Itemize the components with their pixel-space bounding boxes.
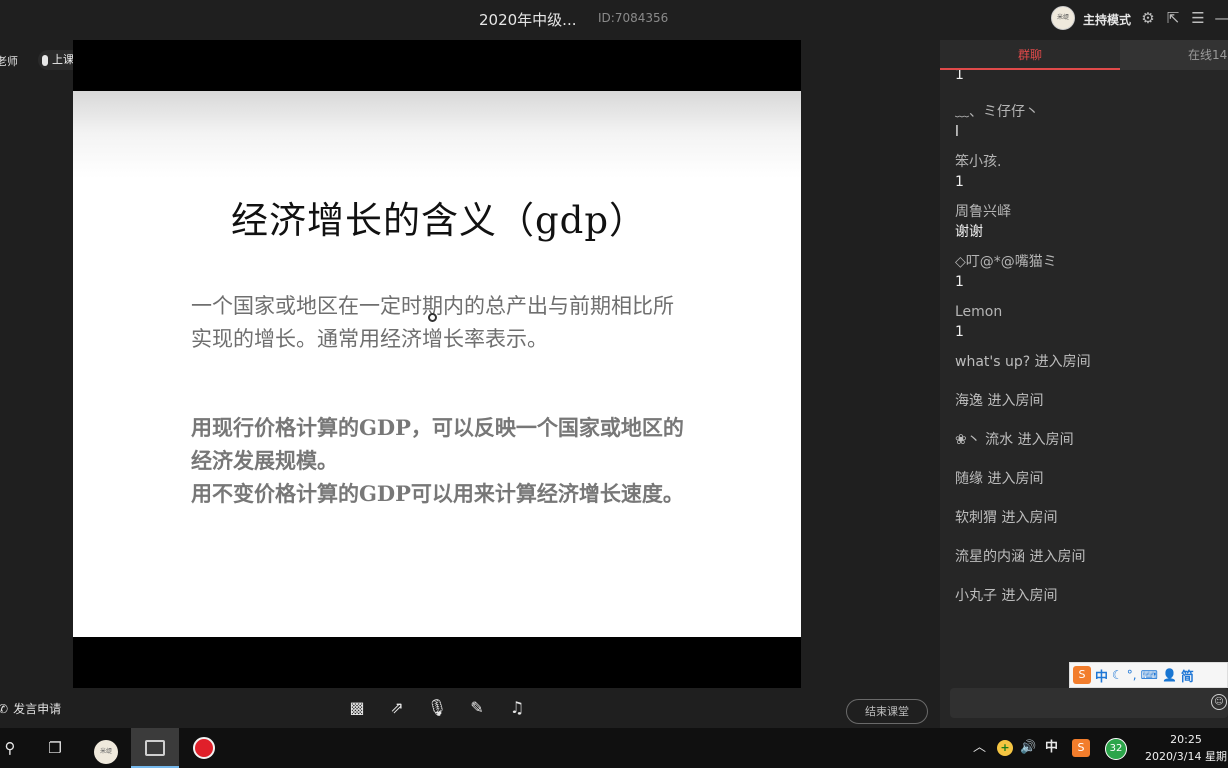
- join-notice: what's up? 进入房间: [955, 354, 1091, 370]
- stage-area: 老师 上课中 经济增长的含义（gdp） 一个国家或地区在一定时期内的总产出与前期…: [0, 40, 940, 728]
- slide: 经济增长的含义（gdp） 一个国家或地区在一定时期内的总产出与前期相比所实现的增…: [73, 91, 801, 637]
- windows-taskbar: ⚲ ❐ 米缇 ︿ + 🔊 中 S 32 20:25 2020/3/14 星期: [0, 728, 1228, 768]
- sogou-tray-icon[interactable]: S: [1072, 728, 1090, 768]
- tray-badge-count: 32: [1105, 738, 1127, 760]
- microphone-button-icon[interactable]: 🎙: [426, 698, 448, 718]
- speak-request-label: 发言申请: [13, 702, 62, 716]
- ime-mode-toggle[interactable]: 简: [1181, 666, 1194, 685]
- slide-paragraph-2: 用现行价格计算的GDP，可以反映一个国家或地区的经济发展规模。 用不变价格计算的…: [191, 411, 691, 510]
- chat-sender: Lemon: [955, 304, 1003, 320]
- slide-title: 经济增长的含义（gdp）: [231, 199, 648, 242]
- chat-message-text: 1: [955, 274, 964, 290]
- user-icon[interactable]: 👤: [1162, 668, 1177, 682]
- chat-input[interactable]: [950, 688, 1228, 718]
- chat-message: Lemon 1: [955, 302, 1225, 342]
- system-clock[interactable]: 20:25 2020/3/14 星期: [1141, 731, 1228, 765]
- settings-icon[interactable]: ⚙: [1139, 9, 1157, 27]
- chat-sender: ﹏、ミ仔仔丶: [955, 104, 1039, 120]
- room-id: ID:7084356: [598, 11, 669, 25]
- chat-message-text: 1: [955, 324, 964, 340]
- chat-message: 笨小孩. 1: [955, 152, 1225, 192]
- moon-icon[interactable]: ☾: [1112, 668, 1123, 682]
- tray-notification[interactable]: 32: [1105, 728, 1127, 768]
- join-notice: ❀丶 流水 进入房间: [955, 432, 1074, 448]
- chat-sender: 笨小孩.: [955, 154, 1002, 170]
- app-avatar-icon: 米缇: [94, 740, 118, 764]
- punctuation-icon[interactable]: °,: [1127, 668, 1137, 682]
- keyboard-icon[interactable]: ⌨: [1141, 668, 1158, 682]
- taskbar-app-whiteboard[interactable]: [131, 728, 179, 768]
- taskbar-app-recorder[interactable]: [184, 728, 224, 768]
- join-notice: 软刺猬 进入房间: [955, 510, 1058, 526]
- minimize-icon[interactable]: —: [1213, 9, 1228, 27]
- chat-message-text: l: [955, 124, 959, 140]
- clock-date: 2020/3/14 星期: [1145, 750, 1227, 763]
- title-bar: 2020年中级... ID:7084356 米缇 主持模式 ⚙ ⇱ ☰ —: [0, 0, 1228, 40]
- edit-icon[interactable]: ✎: [466, 698, 488, 718]
- volume-icon[interactable]: 🔊: [1020, 728, 1036, 768]
- taskbar-app-classroom[interactable]: 米缇: [86, 728, 126, 768]
- speak-request-button[interactable]: ✆ 发言申请: [0, 700, 61, 717]
- chat-message-text: 1: [955, 174, 964, 190]
- phone-icon: ✆: [0, 701, 9, 716]
- presentation-video: 经济增长的含义（gdp） 一个国家或地区在一定时期内的总产出与前期相比所实现的增…: [73, 40, 801, 688]
- record-icon: [193, 737, 215, 759]
- chat-tabs: 群聊 在线14: [940, 40, 1228, 70]
- whiteboard-icon: [145, 740, 165, 756]
- music-icon[interactable]: ♫: [506, 698, 528, 718]
- chat-message: ◇叮@*@嘴猫ミ 1: [955, 252, 1225, 292]
- ime-toolbar[interactable]: S 中 ☾ °, ⌨ 👤 简: [1069, 662, 1228, 688]
- tray-plus-icon: +: [997, 740, 1013, 756]
- screen-share-icon[interactable]: ⇗: [386, 698, 408, 718]
- slide-paragraph-2-line-2: 用不变价格计算的GDP可以用来计算经济增长速度。: [191, 481, 684, 506]
- chat-sender: 周鲁兴峄: [955, 204, 1011, 220]
- join-notice: 随缘 进入房间: [955, 471, 1044, 487]
- end-class-button[interactable]: 结束课堂: [846, 699, 928, 724]
- search-icon[interactable]: ⚲: [0, 728, 20, 768]
- tab-group-chat[interactable]: 群聊: [940, 40, 1120, 70]
- join-notice: 流星的内涵 进入房间: [955, 549, 1086, 565]
- join-notice: 小丸子 进入房间: [955, 588, 1058, 604]
- chat-sender: ◇叮@*@嘴猫ミ: [955, 254, 1057, 270]
- tab-online-users[interactable]: 在线14: [1120, 40, 1228, 70]
- chat-panel: 群聊 在线14 1 ﹏、ミ仔仔丶 l 笨小孩. 1 周鲁兴峄 谢谢 ◇叮@*@嘴…: [940, 40, 1228, 728]
- slide-paragraph-1: 一个国家或地区在一定时期内的总产出与前期相比所实现的增长。通常用经济增长率表示。: [191, 294, 674, 351]
- popout-icon[interactable]: ⇱: [1164, 9, 1182, 27]
- chat-message-text: 1: [955, 70, 964, 83]
- tray-app-icon[interactable]: +: [997, 728, 1013, 768]
- host-mode-label[interactable]: 主持模式: [1083, 11, 1131, 28]
- ime-logo-icon[interactable]: S: [1073, 666, 1091, 684]
- task-view-icon[interactable]: ❐: [40, 728, 70, 768]
- chat-message-text: 谢谢: [955, 224, 983, 240]
- emoji-icon[interactable]: ☺: [1211, 694, 1227, 710]
- camera-off-icon[interactable]: ▩: [346, 698, 368, 718]
- slide-paragraph-2-line-1: 用现行价格计算的GDP，可以反映一个国家或地区的经济发展规模。: [191, 415, 684, 473]
- chat-message-list[interactable]: 1 ﹏、ミ仔仔丶 l 笨小孩. 1 周鲁兴峄 谢谢 ◇叮@*@嘴猫ミ 1 Lem…: [955, 70, 1225, 686]
- classroom-app: 2020年中级... ID:7084356 米缇 主持模式 ⚙ ⇱ ☰ — 老师…: [0, 0, 1228, 768]
- tray-expand-icon[interactable]: ︿: [973, 728, 986, 768]
- ime-language-toggle[interactable]: 中: [1095, 666, 1108, 685]
- microphone-icon: [42, 54, 48, 66]
- host-avatar[interactable]: 米缇: [1051, 6, 1075, 30]
- control-bar: ✆ 发言申请 ▩ ⇗ 🎙 ✎ ♫ 结束课堂: [0, 688, 940, 728]
- chat-message: ﹏、ミ仔仔丶 l: [955, 102, 1225, 142]
- pointer-cursor-icon: [428, 313, 437, 322]
- menu-icon[interactable]: ☰: [1189, 9, 1207, 27]
- teacher-tag: 老师: [0, 55, 18, 68]
- chat-message: 周鲁兴峄 谢谢: [955, 202, 1225, 242]
- join-notice: 海逸 进入房间: [955, 393, 1044, 409]
- window-title: 2020年中级...: [479, 11, 577, 29]
- clock-time: 20:25: [1170, 733, 1202, 746]
- sogou-logo-icon: S: [1072, 738, 1090, 757]
- input-indicator[interactable]: 中: [1045, 728, 1058, 768]
